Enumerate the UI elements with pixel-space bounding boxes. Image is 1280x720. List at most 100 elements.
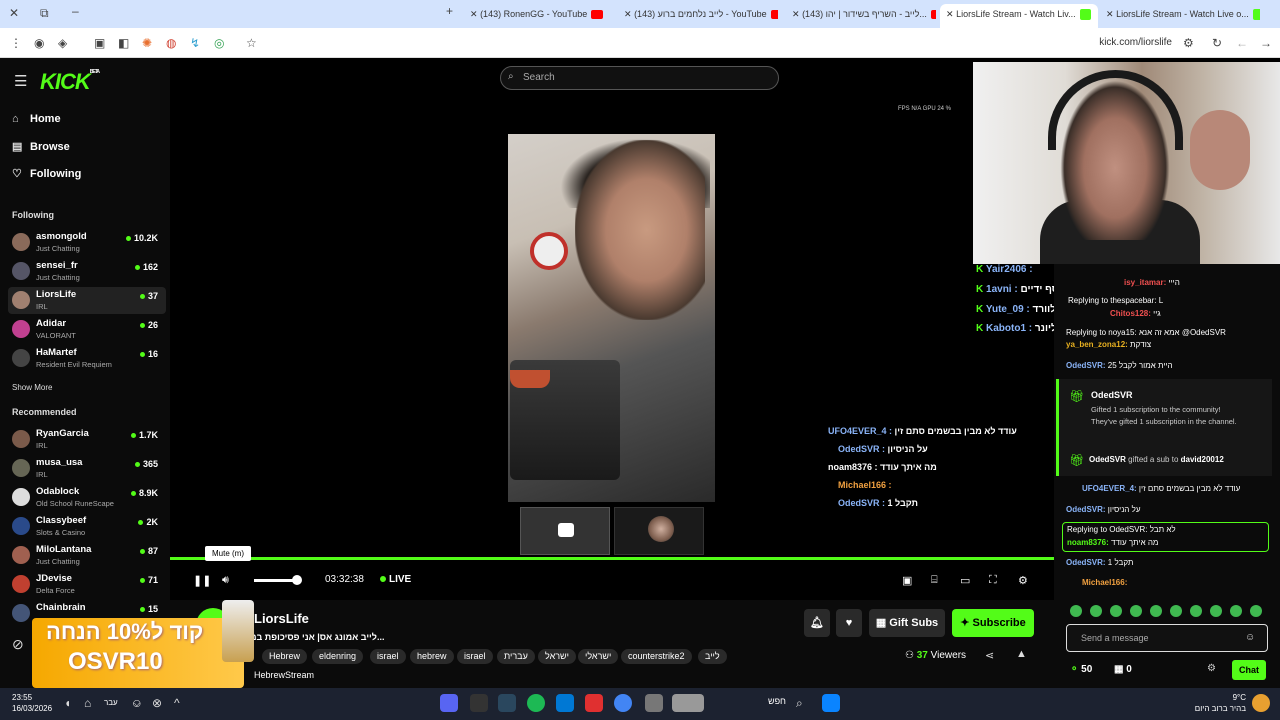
- tab-1[interactable]: ✕ (143) RonenGG - YouTube: [464, 4, 614, 28]
- tag-pill[interactable]: counterstrike2: [621, 649, 692, 664]
- chrome-icon[interactable]: [614, 694, 632, 712]
- kick-logo[interactable]: KICKBETA: [40, 69, 100, 95]
- subscribe-button[interactable]: ✦ Subscribe: [952, 609, 1034, 637]
- tab-search-icon[interactable]: ⧉: [40, 6, 49, 21]
- settings-gear-icon[interactable]: ⚙: [1018, 574, 1028, 587]
- tag-pill[interactable]: israel: [457, 649, 493, 664]
- back-icon[interactable]: →: [1260, 36, 1272, 50]
- window-icon[interactable]: [645, 694, 663, 712]
- emote-icon[interactable]: [1190, 605, 1202, 617]
- camera-thumbnail[interactable]: [614, 507, 704, 555]
- channel-adidar[interactable]: Adidar VALORANT 26: [8, 316, 166, 343]
- microphone-icon[interactable]: ⎉: [132, 696, 142, 711]
- tab-4-active[interactable]: ✕ LiorsLife Stream - Watch Liv...: [940, 4, 1098, 28]
- video-progress-bar[interactable]: [170, 557, 1054, 560]
- minimize-icon[interactable]: –: [72, 4, 79, 18]
- extension-icon[interactable]: ◍: [166, 36, 176, 50]
- emote-icon[interactable]: [1230, 605, 1242, 617]
- report-icon[interactable]: ▲: [1016, 648, 1027, 660]
- channel-asmongold[interactable]: asmongold Just Chatting 10.2K: [8, 229, 166, 256]
- close-icon[interactable]: ✕: [792, 9, 800, 19]
- volume-slider-handle[interactable]: [292, 575, 302, 585]
- emote-icon[interactable]: [1090, 605, 1102, 617]
- emote-icon[interactable]: [1170, 605, 1182, 617]
- tab-3[interactable]: ✕ (143) לייב - השריף בשידור | יהו...: [786, 4, 936, 28]
- live-indicator[interactable]: LIVE: [380, 574, 411, 585]
- notification-bell-button[interactable]: 🔔︎: [804, 609, 830, 637]
- taskbar-search[interactable]: חפש: [768, 696, 786, 706]
- bookmark-star-icon[interactable]: ☆: [246, 36, 257, 50]
- weather-widget[interactable]: 9°C בהיר ברוב היום: [1190, 692, 1246, 714]
- extension-icon[interactable]: ◎: [214, 36, 224, 50]
- spotify-icon[interactable]: [527, 694, 545, 712]
- tag-pill[interactable]: hebrew: [410, 649, 454, 664]
- gift-count[interactable]: ▦ 0: [1114, 664, 1132, 675]
- tag-pill[interactable]: Hebrew: [262, 649, 308, 664]
- channel-jdevise[interactable]: JDevise Delta Force 71: [8, 571, 166, 598]
- channel-sensei-fr[interactable]: sensei_fr Just Chatting 162: [8, 258, 166, 285]
- terminal-icon[interactable]: [470, 694, 488, 712]
- chevron-up-icon[interactable]: ^: [174, 696, 180, 710]
- volume-icon[interactable]: 🔊︎: [222, 574, 229, 587]
- clip-icon[interactable]: ⌸: [931, 574, 938, 587]
- pause-icon[interactable]: ❚❚: [193, 574, 211, 587]
- discord-icon[interactable]: [440, 694, 458, 712]
- gift-subs-button[interactable]: ▦ Gift Subs: [869, 609, 945, 637]
- site-settings-icon[interactable]: ⚙: [1183, 36, 1194, 50]
- start-button-icon[interactable]: [822, 694, 840, 712]
- fullscreen-icon[interactable]: ⛶: [989, 574, 997, 587]
- channel-ryangarcia[interactable]: RyanGarcia IRL 1.7K: [8, 426, 166, 453]
- extension-icon[interactable]: ◉: [34, 36, 44, 50]
- search-icon[interactable]: ⌕: [796, 696, 803, 711]
- language-indicator[interactable]: עבר: [104, 698, 118, 707]
- network-icon[interactable]: ⌂: [84, 696, 91, 710]
- close-icon[interactable]: ✕: [624, 9, 632, 19]
- taskbar-clock[interactable]: 23:55 16/03/2026: [12, 692, 52, 714]
- close-icon[interactable]: ✕: [1106, 9, 1114, 19]
- url-field[interactable]: kick.com/liorslife: [1099, 37, 1172, 48]
- extension-icon[interactable]: ◧: [118, 36, 129, 50]
- tag-pill[interactable]: HebrewStream: [254, 670, 314, 680]
- tab-5[interactable]: ✕ LiorsLife Stream - Watch Live o...: [1100, 4, 1260, 28]
- emote-icon[interactable]: [1070, 605, 1082, 617]
- emoji-icon[interactable]: ☺: [1245, 632, 1255, 643]
- nav-following[interactable]: ♡ Following: [12, 167, 81, 180]
- speaker-icon[interactable]: ◖: [64, 696, 71, 710]
- channel-hamartef[interactable]: HaMartef Resident Evil Requiem 16: [8, 345, 166, 372]
- emote-icon[interactable]: [1150, 605, 1162, 617]
- tag-pill[interactable]: עברית: [497, 649, 535, 664]
- task-view-icon[interactable]: [672, 694, 704, 712]
- chat-message-input[interactable]: Send a message: [1066, 624, 1268, 652]
- tag-pill[interactable]: ישראל: [538, 649, 576, 664]
- close-icon[interactable]: ✕: [9, 6, 19, 20]
- tag-pill[interactable]: לייב: [698, 649, 727, 664]
- channel-musa-usa[interactable]: musa_usa IRL 365: [8, 455, 166, 482]
- tray-icon[interactable]: ⊗: [152, 696, 162, 710]
- share-icon[interactable]: ⋖: [985, 649, 994, 662]
- channel-points[interactable]: ⚬ 50: [1070, 664, 1092, 675]
- forward-icon[interactable]: ←: [1236, 36, 1248, 50]
- show-more-link[interactable]: Show More: [12, 383, 52, 392]
- new-tab-icon[interactable]: +: [446, 4, 453, 18]
- theater-mode-icon[interactable]: ▭: [960, 574, 970, 587]
- nav-browse[interactable]: ▤ Browse: [12, 140, 70, 153]
- channel-classybeef[interactable]: Classybeef Slots & Casino 2K: [8, 513, 166, 540]
- kick-side-icon[interactable]: ⊘: [12, 636, 24, 653]
- channel-milolantana[interactable]: MiloLantana Just Chatting 87: [8, 542, 166, 569]
- close-icon[interactable]: ✕: [470, 9, 478, 19]
- app-icon[interactable]: [585, 694, 603, 712]
- extension-icon[interactable]: ✺: [142, 36, 152, 50]
- channel-odablock[interactable]: Odablock Old School RuneScape 8.9K: [8, 484, 166, 511]
- camera-thumbnail[interactable]: [520, 507, 610, 555]
- tab-2[interactable]: ✕ (143) לייב נלחמים ברוע - YouTube: [618, 4, 778, 28]
- chat-settings-icon[interactable]: ⚙: [1207, 663, 1216, 674]
- channel-liorslife[interactable]: LiorsLife IRL 37: [8, 287, 166, 314]
- chat-send-button[interactable]: Chat: [1232, 660, 1266, 680]
- tag-pill[interactable]: israel: [370, 649, 406, 664]
- emote-icon[interactable]: [1130, 605, 1142, 617]
- reload-icon[interactable]: ↻: [1212, 36, 1222, 50]
- search-input[interactable]: Search: [500, 66, 779, 90]
- extension-icon[interactable]: ▣: [94, 36, 105, 50]
- steam-icon[interactable]: [498, 694, 516, 712]
- extension-icon[interactable]: ↯: [190, 36, 200, 50]
